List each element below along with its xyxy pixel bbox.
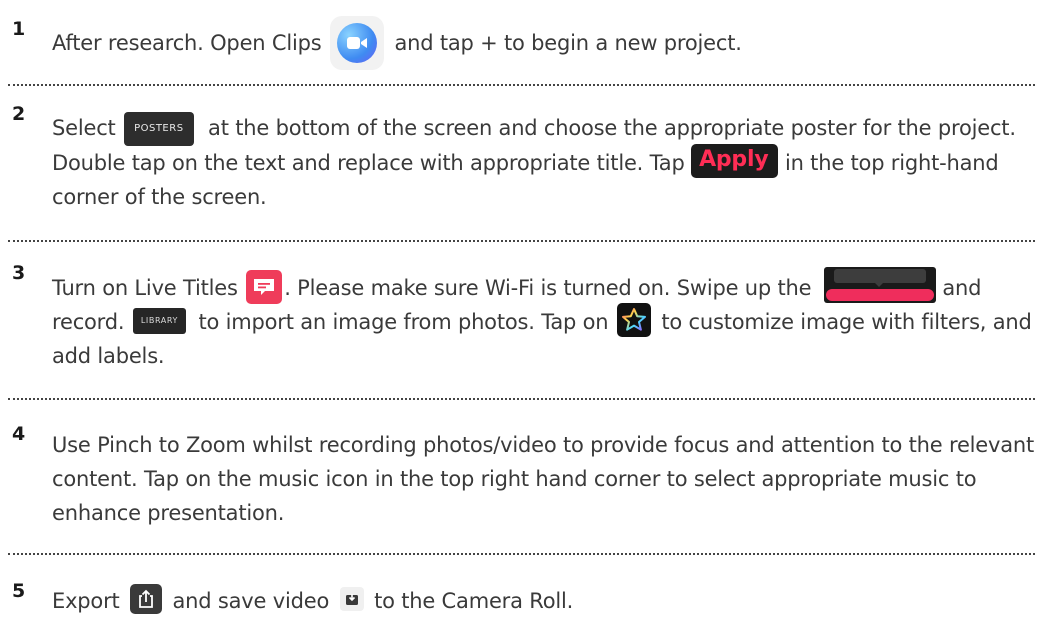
step-number: 5 [12,580,26,602]
step-text-part: and save video [172,589,330,613]
step-number: 2 [12,103,26,125]
step-text: Turn on Live Titles . Please make sure W… [52,267,1037,373]
step-text-part: After research. Open Clips [52,31,322,55]
step-number: 4 [12,423,26,445]
step-text-part: to import an image from photos. Tap on [198,310,609,334]
record-button[interactable] [823,267,936,303]
live-titles-icon[interactable] [246,270,283,304]
record-bar-red [825,289,934,301]
hint-bubble [833,269,926,283]
library-button[interactable]: LIBRARY [132,308,186,334]
step-text: Select POSTERS at the bottom of the scre… [52,111,1037,214]
step-text-part: Export [52,589,120,613]
step-text: Use Pinch to Zoom whilst recording photo… [52,428,1037,530]
clips-app-icon[interactable] [329,16,384,70]
step-text: After research. Open Clips and tap + to … [52,16,1037,70]
step-text-part: Select [52,116,116,140]
divider [8,553,1035,555]
hint-arrow [873,282,884,287]
divider [8,398,1035,400]
step-text-part: . Please make sure Wi-Fi is turned on. S… [284,276,812,300]
step-text: Export and save video to the Camera Roll… [52,584,1037,618]
divider [8,84,1035,86]
step-text-part: Turn on Live Titles [52,276,238,300]
step-number: 1 [12,18,26,40]
video-camera-icon [336,23,377,63]
step-text-part: Use Pinch to Zoom whilst recording photo… [52,433,1035,525]
share-export-icon[interactable] [130,584,163,614]
divider [8,240,1035,242]
step-number: 3 [12,262,26,284]
star-icon[interactable] [616,303,651,337]
step-text-part: to the Camera Roll. [374,589,574,613]
save-video-icon[interactable] [339,587,364,611]
step-text-part: and tap + to begin a new project. [394,31,742,55]
apply-button[interactable]: Apply [691,144,779,178]
posters-button[interactable]: POSTERS [124,112,194,146]
